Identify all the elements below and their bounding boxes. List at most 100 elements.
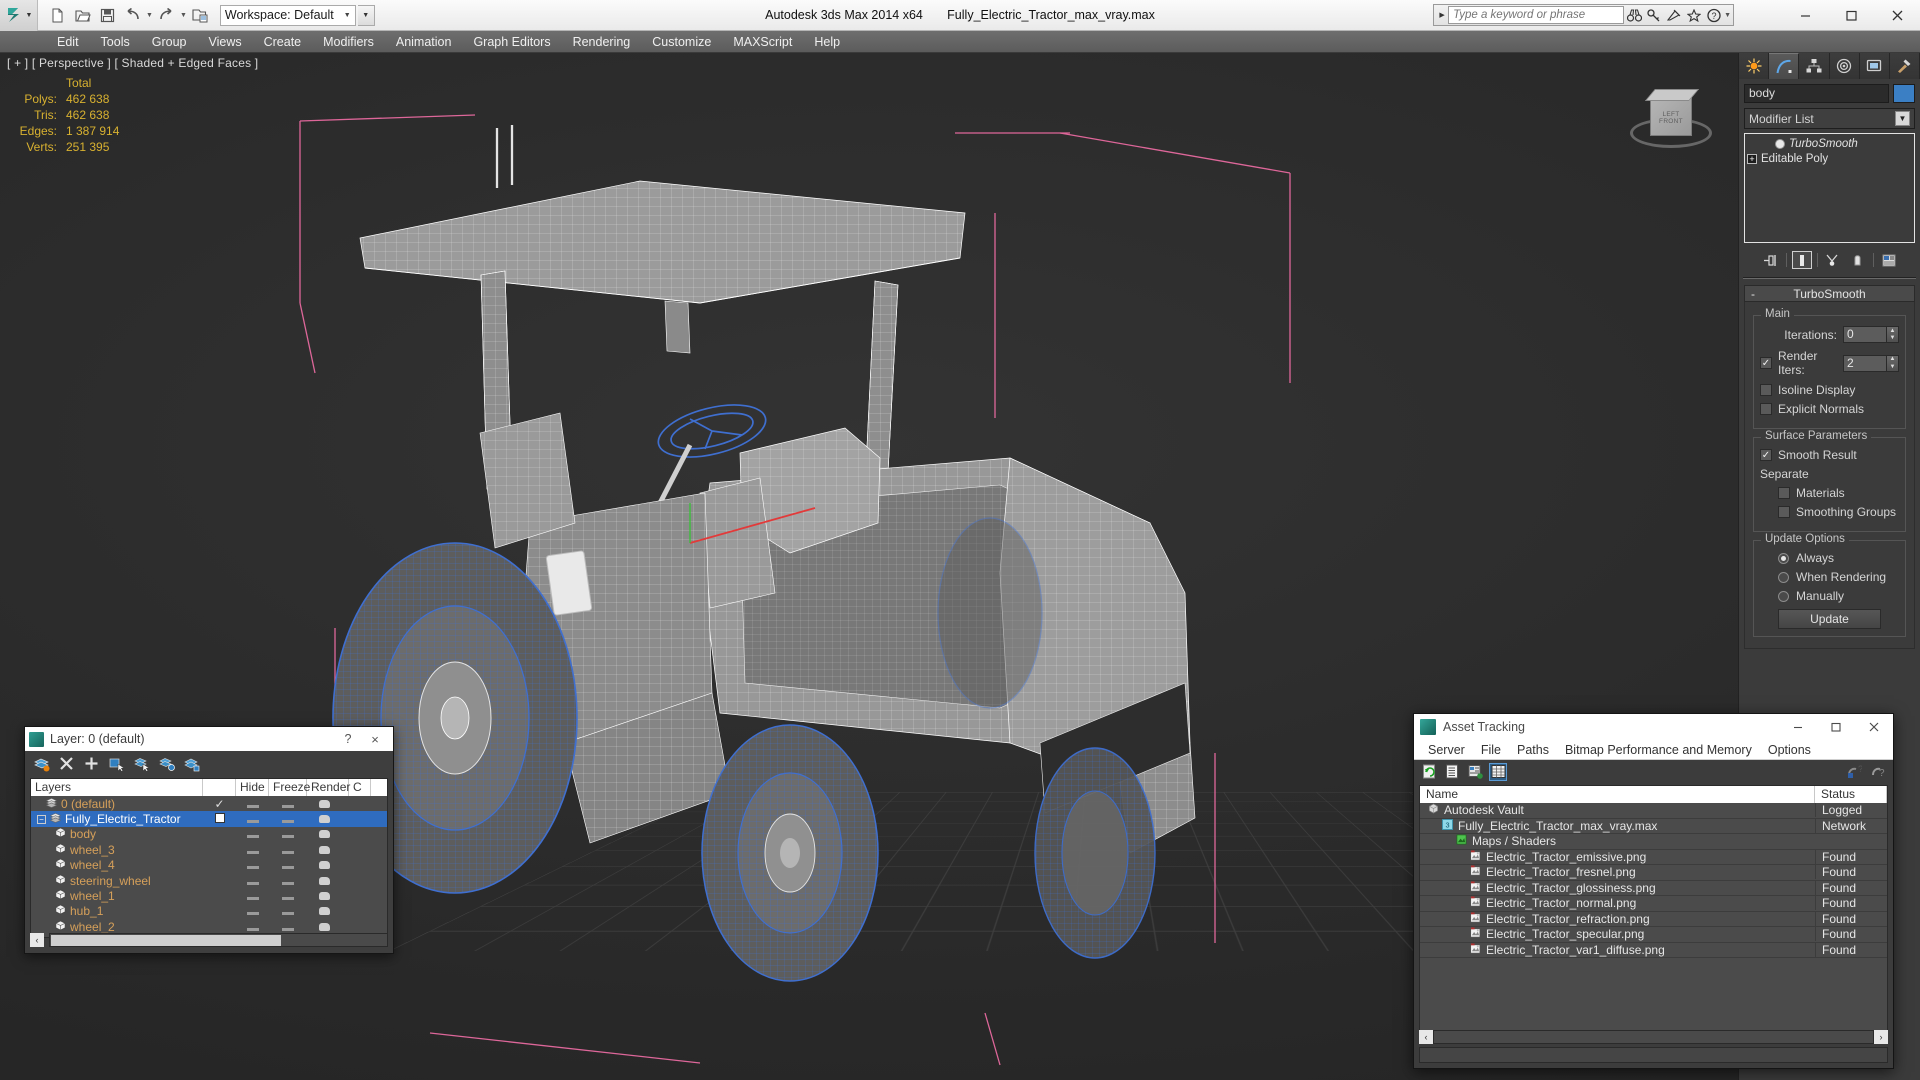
minimize-button[interactable] bbox=[1782, 0, 1828, 31]
menu-item-modifiers[interactable]: Modifiers bbox=[312, 31, 385, 53]
asset-scroll-left-button[interactable]: ‹ bbox=[1419, 1030, 1433, 1044]
app-logo-icon[interactable]: ▼ bbox=[0, 0, 38, 31]
layer-render-cell[interactable] bbox=[307, 797, 341, 811]
layer-dialog-title-bar[interactable]: Layer: 0 (default) ? × bbox=[25, 727, 393, 751]
viewport-label[interactable]: [ + ] [ Perspective ] [ Shaded + Edged F… bbox=[7, 56, 258, 70]
layer-hide-cell[interactable] bbox=[236, 889, 269, 903]
layer-freeze-cell[interactable] bbox=[269, 889, 307, 903]
layer-render-cell[interactable] bbox=[307, 889, 341, 903]
modifier-list-dropdown[interactable]: Modifier List ▼ bbox=[1744, 108, 1915, 129]
search-input[interactable] bbox=[1448, 6, 1625, 24]
display-tab-icon[interactable] bbox=[1859, 53, 1890, 79]
layer-scrollbar-thumb[interactable] bbox=[51, 934, 281, 946]
layer-row[interactable]: wheel_3 bbox=[31, 842, 387, 857]
layer-current-cell[interactable]: ✓ bbox=[203, 797, 236, 811]
layer-column-color[interactable]: C bbox=[349, 779, 371, 796]
asset-row-name-cell[interactable]: Electric_Tractor_var1_diffuse.png bbox=[1420, 943, 1815, 957]
redo-icon[interactable] bbox=[155, 4, 178, 27]
radio-manually-icon[interactable] bbox=[1778, 590, 1789, 602]
list-view-icon[interactable] bbox=[1444, 764, 1460, 780]
menu-item-edit[interactable]: Edit bbox=[46, 31, 90, 53]
delete-layer-icon[interactable] bbox=[58, 755, 75, 772]
explicit-normals-checkbox[interactable] bbox=[1760, 403, 1772, 415]
undo-dropdown-icon[interactable]: ▼ bbox=[146, 12, 153, 19]
view-cube[interactable]: LEFT FRONT bbox=[1628, 88, 1714, 162]
layer-hide-cell[interactable] bbox=[236, 920, 269, 934]
workspace-chevron-icon[interactable]: ▼ bbox=[344, 12, 351, 19]
smoothing-groups-checkbox[interactable] bbox=[1778, 506, 1790, 518]
asset-row[interactable]: Electric_Tractor_fresnel.png Found bbox=[1420, 865, 1887, 881]
hide-layer-icon[interactable] bbox=[183, 755, 200, 772]
layer-row-name-cell[interactable]: 0 (default) bbox=[31, 797, 203, 811]
layer-render-cell[interactable] bbox=[307, 843, 341, 857]
configure-sets-icon[interactable] bbox=[1879, 251, 1899, 269]
asset-row-name-cell[interactable]: Electric_Tractor_glossiness.png bbox=[1420, 881, 1815, 895]
asset-maximize-button[interactable] bbox=[1817, 714, 1855, 740]
layer-freeze-cell[interactable] bbox=[269, 858, 307, 872]
help-icon[interactable]: ? bbox=[1704, 5, 1724, 25]
layer-table[interactable]: Layers Hide Freeze Render C 0 (default) ✓… bbox=[30, 778, 388, 938]
chevron-down-icon[interactable]: ▼ bbox=[1895, 111, 1910, 126]
layer-hide-cell[interactable] bbox=[236, 843, 269, 857]
update-option-when-rendering[interactable]: When Rendering bbox=[1760, 570, 1899, 584]
layer-freeze-cell[interactable] bbox=[269, 904, 307, 918]
layer-render-cell[interactable] bbox=[307, 858, 341, 872]
layer-hide-cell[interactable] bbox=[236, 827, 269, 841]
layer-freeze-cell[interactable] bbox=[269, 827, 307, 841]
smooth-result-row[interactable]: ✓ Smooth Result bbox=[1760, 448, 1899, 462]
asset-menu-bitmap-performance[interactable]: Bitmap Performance and Memory bbox=[1557, 743, 1760, 757]
menu-item-create[interactable]: Create bbox=[253, 31, 313, 53]
asset-row-name-cell[interactable]: Autodesk Vault bbox=[1420, 803, 1815, 817]
asset-row-name-cell[interactable]: Electric_Tractor_fresnel.png bbox=[1420, 865, 1815, 879]
radio-when-rendering-icon[interactable] bbox=[1778, 571, 1789, 583]
grid-view-icon[interactable] bbox=[1489, 762, 1507, 781]
show-end-result-icon[interactable] bbox=[1791, 251, 1812, 269]
remove-modifier-icon[interactable] bbox=[1848, 251, 1868, 269]
asset-column-name[interactable]: Name bbox=[1420, 786, 1815, 803]
menu-item-help[interactable]: Help bbox=[803, 31, 851, 53]
make-unique-icon[interactable] bbox=[1823, 251, 1843, 269]
menu-item-rendering[interactable]: Rendering bbox=[562, 31, 642, 53]
menu-item-group[interactable]: Group bbox=[141, 31, 198, 53]
smooth-result-checkbox[interactable]: ✓ bbox=[1760, 449, 1772, 461]
expand-plus-icon[interactable]: + bbox=[1747, 153, 1757, 164]
layer-row[interactable]: 0 (default) ✓ bbox=[31, 796, 387, 811]
isoline-display-row[interactable]: Isoline Display bbox=[1760, 383, 1899, 397]
layer-horizontal-scrollbar[interactable] bbox=[49, 933, 388, 947]
layer-row-name-cell[interactable]: wheel_4 bbox=[31, 858, 203, 872]
layer-row-name-cell[interactable]: steering_wheel bbox=[31, 874, 203, 888]
layer-dialog-close-button[interactable]: × bbox=[361, 732, 389, 747]
open-icon[interactable] bbox=[71, 4, 94, 27]
redo-dropdown-icon[interactable]: ▼ bbox=[180, 12, 187, 19]
menu-item-tools[interactable]: Tools bbox=[90, 31, 141, 53]
materials-checkbox[interactable] bbox=[1778, 487, 1790, 499]
refresh-icon[interactable] bbox=[1421, 764, 1437, 780]
add-help-icon[interactable]: ? bbox=[1846, 764, 1862, 780]
asset-row[interactable]: Electric_Tractor_var1_diffuse.png Found bbox=[1420, 942, 1887, 958]
asset-menu-file[interactable]: File bbox=[1473, 743, 1509, 757]
asset-title-bar[interactable]: Asset Tracking bbox=[1414, 714, 1893, 740]
layer-render-cell[interactable] bbox=[307, 874, 341, 888]
render-iters-checkbox[interactable]: ✓ bbox=[1760, 357, 1772, 369]
select-highlight-icon[interactable] bbox=[133, 755, 150, 772]
highlight-selected-icon[interactable] bbox=[158, 755, 175, 772]
layer-hide-cell[interactable] bbox=[236, 858, 269, 872]
undo-icon[interactable] bbox=[121, 4, 144, 27]
update-button[interactable]: Update bbox=[1778, 609, 1881, 629]
asset-row[interactable]: 3 Fully_Electric_Tractor_max_vray.max Netw… bbox=[1420, 818, 1887, 834]
workspace-menu-button[interactable]: ▼ bbox=[357, 4, 375, 26]
layer-expander-icon[interactable]: − bbox=[37, 814, 46, 824]
asset-menu-server[interactable]: Server bbox=[1420, 743, 1473, 757]
layer-column-layers[interactable]: Layers bbox=[31, 779, 203, 796]
layer-column-freeze[interactable]: Freeze bbox=[269, 779, 310, 796]
add-layer-icon[interactable] bbox=[83, 755, 100, 772]
satellite-icon[interactable] bbox=[1664, 5, 1684, 25]
layer-hide-cell[interactable] bbox=[236, 904, 269, 918]
new-layer-icon[interactable] bbox=[33, 755, 50, 772]
stack-item-turbosmooth[interactable]: TurboSmooth bbox=[1747, 136, 1912, 151]
layer-row-name-cell[interactable]: wheel_3 bbox=[31, 843, 203, 857]
iterations-value[interactable]: 0 bbox=[1843, 326, 1887, 343]
maximize-button[interactable] bbox=[1828, 0, 1874, 31]
layer-hide-cell[interactable] bbox=[236, 874, 269, 888]
menu-item-customize[interactable]: Customize bbox=[641, 31, 722, 53]
